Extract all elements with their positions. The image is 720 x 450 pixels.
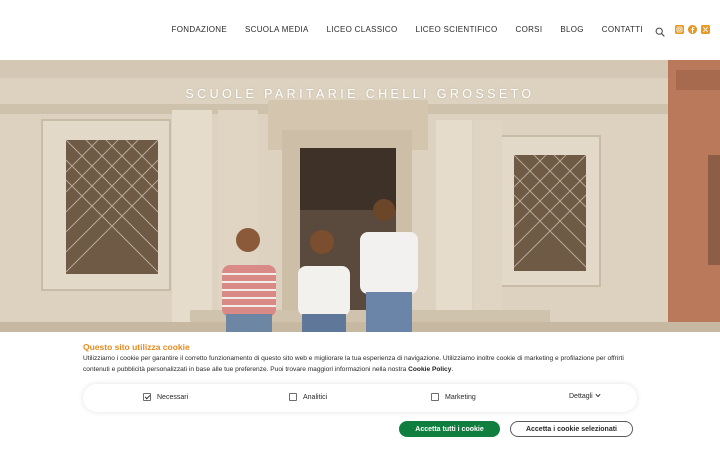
nav-item-corsi[interactable]: CORSI	[516, 25, 543, 34]
option-analitici[interactable]: Analitici	[289, 393, 327, 401]
checkbox-analitici[interactable]	[289, 393, 297, 401]
chevron-down-icon	[595, 393, 601, 400]
details-label: Dettagli	[569, 393, 593, 400]
accept-selected-button[interactable]: Accetta i cookie selezionati	[510, 421, 633, 437]
hero-title: SCUOLE PARITARIE CHELLI GROSSETO	[185, 87, 535, 101]
hero-banner: SCUOLE PARITARIE CHELLI GROSSETO	[0, 60, 720, 332]
cookie-description: Utilizziamo i cookie per garantire il co…	[83, 353, 643, 375]
nav-item-scuola-media[interactable]: SCUOLA MEDIA	[245, 25, 309, 34]
option-marketing[interactable]: Marketing	[431, 393, 476, 401]
option-necessari[interactable]: Necessari	[143, 393, 188, 401]
option-marketing-label: Marketing	[445, 393, 476, 401]
cookie-description-end: .	[451, 366, 454, 373]
instagram-icon[interactable]	[675, 24, 684, 34]
nav-item-liceo-scientifico[interactable]: LICEO SCIENTIFICO	[416, 25, 498, 34]
details-toggle[interactable]: Dettagli	[569, 393, 601, 400]
nav-item-fondazione[interactable]: FONDAZIONE	[172, 25, 227, 34]
main-nav: FONDAZIONE SCUOLA MEDIA LICEO CLASSICO L…	[172, 24, 710, 37]
x-icon[interactable]	[701, 24, 710, 34]
option-analitici-label: Analitici	[303, 393, 328, 401]
search-icon[interactable]	[655, 24, 665, 37]
nav-item-liceo-classico[interactable]: LICEO CLASSICO	[327, 25, 398, 34]
cookie-title: Questo sito utilizza cookie	[83, 342, 190, 352]
facebook-icon[interactable]	[688, 24, 697, 34]
checkbox-necessari[interactable]	[143, 393, 151, 401]
nav-item-blog[interactable]: BLOG	[560, 25, 583, 34]
site-header: FONDAZIONE SCUOLA MEDIA LICEO CLASSICO L…	[0, 0, 720, 60]
cookie-description-text: Utilizziamo i cookie per garantire il co…	[83, 355, 624, 373]
cookie-options: Necessari Analitici Marketing Dettagli	[83, 384, 637, 412]
nav-item-contatti[interactable]: CONTATTI	[602, 25, 643, 34]
checkbox-marketing[interactable]	[431, 393, 439, 401]
option-necessari-label: Necessari	[157, 393, 189, 401]
cookie-policy-link[interactable]: Cookie Policy	[408, 366, 451, 373]
cookie-banner: Questo sito utilizza cookie Utilizziamo …	[0, 332, 720, 450]
accept-all-button[interactable]: Accetta tutti i cookie	[399, 421, 500, 437]
